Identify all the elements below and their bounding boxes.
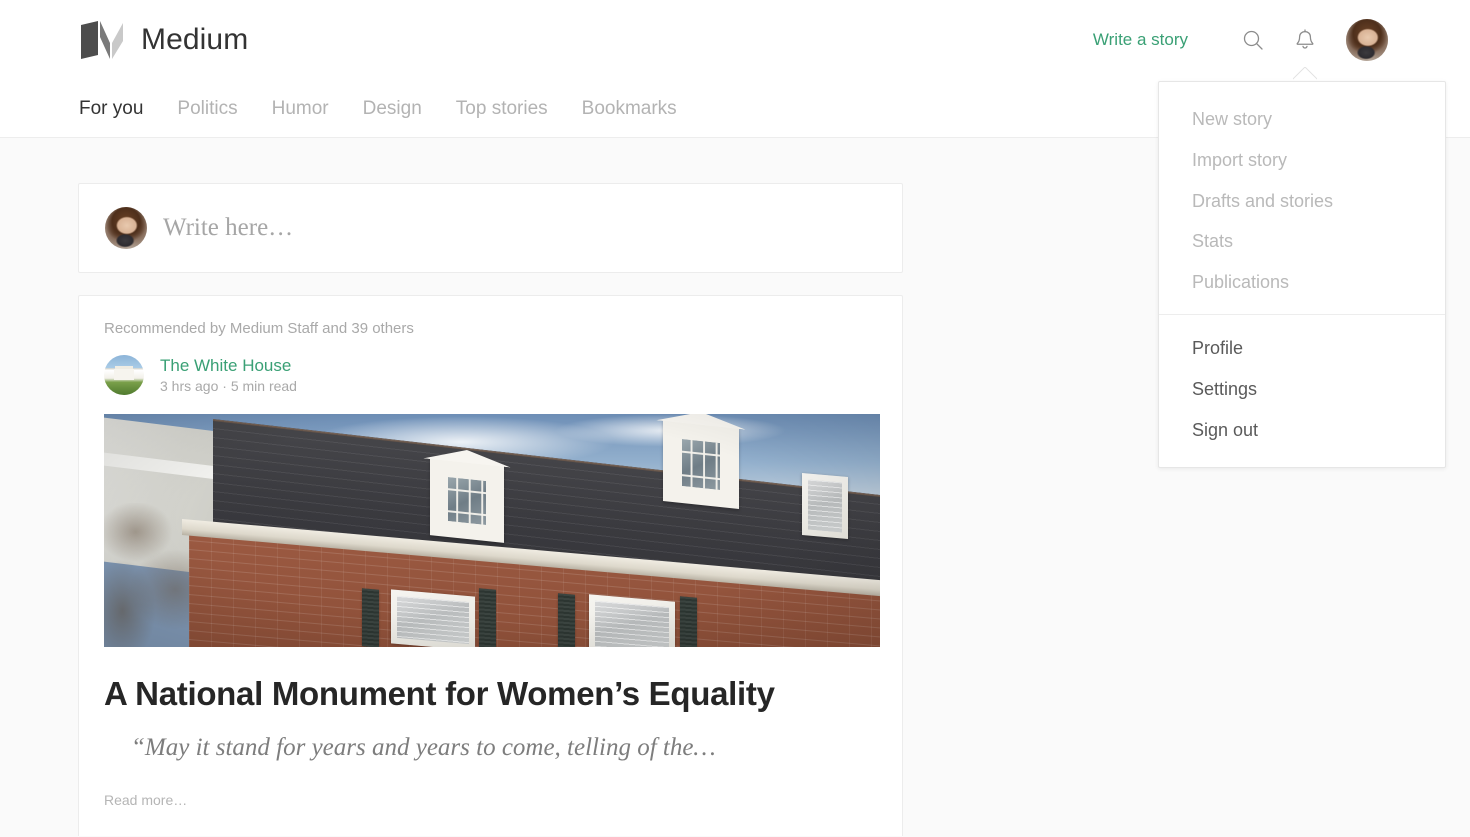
- menu-item-new-story[interactable]: New story: [1159, 100, 1445, 141]
- story-feed: Write here… Recommended by Medium Staff …: [78, 138, 903, 836]
- story-card: Recommended by Medium Staff and 39 other…: [78, 295, 903, 836]
- story-hero-image[interactable]: [104, 414, 880, 647]
- recommended-by-label: Recommended by Medium Staff and 39 other…: [104, 320, 414, 337]
- publication-name-link[interactable]: The White House: [160, 356, 297, 376]
- user-avatar-image: [105, 207, 147, 249]
- user-menu-primary-group: New story Import story Drafts and storie…: [1159, 92, 1445, 314]
- nav-items: For you Politics Humor Design Top storie…: [79, 98, 677, 120]
- menu-item-sign-out[interactable]: Sign out: [1159, 411, 1445, 452]
- brand-name: Medium: [141, 23, 249, 56]
- menu-item-stats[interactable]: Stats: [1159, 222, 1445, 263]
- tab-politics[interactable]: Politics: [177, 98, 237, 120]
- story-time-ago: 3 hrs ago: [160, 378, 219, 395]
- story-title[interactable]: A National Monument for Women’s Equality: [104, 674, 877, 714]
- read-more-link[interactable]: Read more…: [104, 792, 877, 836]
- user-avatar-button[interactable]: [1346, 19, 1388, 61]
- menu-item-import-story[interactable]: Import story: [1159, 141, 1445, 182]
- white-house-avatar[interactable]: [104, 355, 144, 395]
- header-actions: Write a story: [1093, 19, 1388, 61]
- composer-placeholder[interactable]: Write here…: [163, 214, 293, 242]
- site-header: Medium Write a story: [0, 0, 1470, 80]
- menu-item-publications[interactable]: Publications: [1159, 263, 1445, 304]
- story-subtitle: “May it stand for years and years to com…: [131, 733, 716, 761]
- hero-vignette: [104, 414, 880, 647]
- meta-separator: ·: [222, 378, 227, 395]
- story-read-time: 5 min read: [230, 378, 297, 395]
- tab-for-you[interactable]: For you: [79, 98, 143, 120]
- bell-icon[interactable]: [1286, 21, 1324, 59]
- tab-top-stories[interactable]: Top stories: [456, 98, 548, 120]
- composer-avatar: [105, 207, 147, 249]
- composer-card[interactable]: Write here…: [78, 183, 903, 273]
- brand-logo-link[interactable]: Medium: [79, 21, 248, 59]
- story-byline: The White House 3 hrs ago · 5 min read: [104, 355, 877, 395]
- tab-design[interactable]: Design: [363, 98, 422, 120]
- tab-bookmarks[interactable]: Bookmarks: [582, 98, 677, 120]
- medium-logo-icon: [79, 21, 125, 59]
- story-meta: 3 hrs ago · 5 min read: [160, 378, 297, 394]
- user-avatar-image: [1346, 19, 1388, 61]
- menu-item-profile[interactable]: Profile: [1159, 329, 1445, 370]
- dropdown-caret-icon: [1293, 67, 1317, 80]
- tab-humor[interactable]: Humor: [272, 98, 329, 120]
- white-house-avatar-image: [104, 355, 144, 395]
- menu-item-settings[interactable]: Settings: [1159, 370, 1445, 411]
- user-menu-dropdown: New story Import story Drafts and storie…: [1158, 81, 1446, 469]
- search-icon[interactable]: [1234, 21, 1272, 59]
- menu-item-drafts-and-stories[interactable]: Drafts and stories: [1159, 182, 1445, 223]
- write-a-story-button[interactable]: Write a story: [1093, 30, 1188, 50]
- byline-text: The White House 3 hrs ago · 5 min read: [160, 356, 297, 395]
- user-menu-secondary-group: Profile Settings Sign out: [1159, 315, 1445, 455]
